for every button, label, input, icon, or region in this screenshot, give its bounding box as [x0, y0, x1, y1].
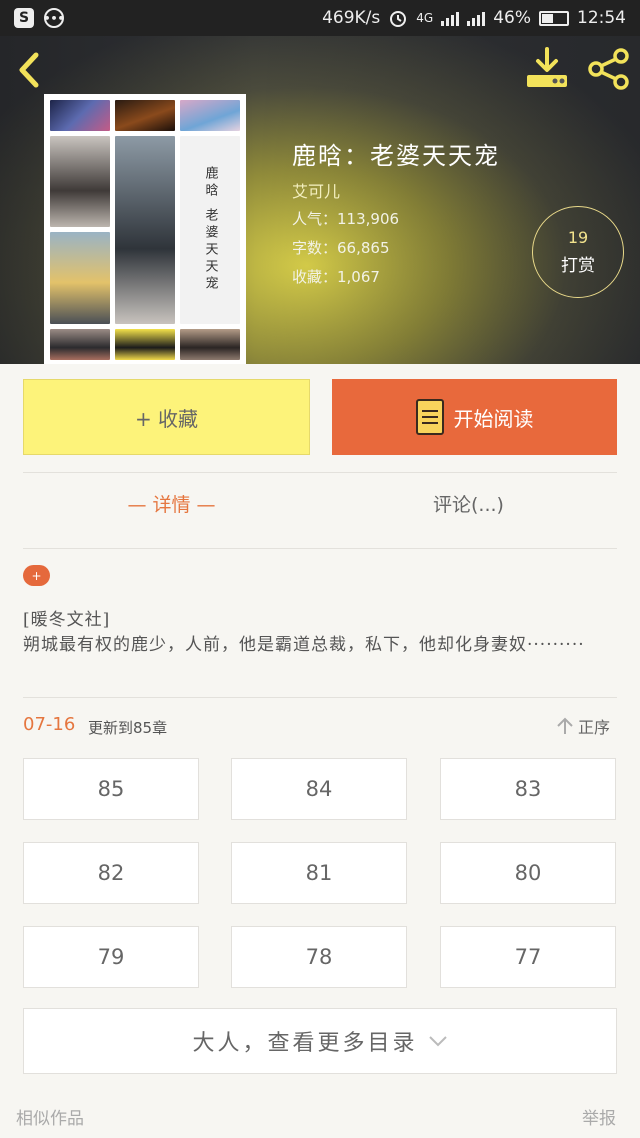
chevron-down-icon — [428, 1036, 447, 1047]
divider — [23, 472, 617, 473]
book-author[interactable]: 艾可儿 — [292, 178, 340, 202]
sort-up-icon — [557, 717, 573, 734]
update-date: 07-16 — [23, 714, 76, 735]
update-text: 更新到85章 — [88, 719, 168, 737]
battery-fill — [542, 13, 553, 23]
sort-order-button[interactable]: 正序 — [556, 714, 610, 738]
network-type: 4G — [416, 11, 434, 25]
sort-order-label: 正序 — [578, 718, 611, 737]
clock: 12:54 — [577, 8, 626, 28]
download-icon[interactable] — [524, 46, 570, 90]
chapter-button[interactable]: 82 — [23, 842, 199, 904]
add-favorite-button[interactable]: + 收藏 — [23, 379, 310, 455]
more-notifications-icon: ••• — [43, 8, 65, 28]
tip-label: 打赏 — [561, 256, 595, 276]
divider — [23, 548, 617, 549]
chapter-button[interactable]: 80 — [440, 842, 616, 904]
alarm-icon — [390, 11, 407, 27]
tab-detail[interactable]: — 详情 — — [23, 490, 320, 517]
more-catalog-label: 大人，查看更多目录 — [192, 1031, 418, 1056]
more-catalog-button[interactable]: 大人，查看更多目录 — [23, 1008, 617, 1074]
net-speed: 469K/s — [322, 8, 381, 28]
report-link[interactable]: 举报 — [582, 1104, 616, 1129]
tip-count: 19 — [567, 228, 589, 247]
favorites-stat: 收藏：1,067 — [292, 268, 380, 286]
book-header: 鹿晗 老婆天天宠 鹿晗：老婆天天宠 艾可儿 人气：113,906 字数：66,8… — [0, 36, 640, 364]
add-tag-button[interactable]: + — [23, 565, 50, 586]
add-favorite-label: + 收藏 — [134, 406, 199, 431]
app-notification-icon: S — [14, 8, 34, 28]
chapter-button[interactable]: 85 — [23, 758, 199, 820]
chapter-button[interactable]: 81 — [231, 842, 407, 904]
battery-percent: 46% — [493, 8, 531, 28]
chapter-button[interactable]: 78 — [231, 926, 407, 988]
book-description: [暖冬文社] 朔城最有权的鹿少，人前，他是霸道总裁，私下，他却化身妻奴·····… — [23, 610, 585, 655]
start-reading-label: 开始阅读 — [453, 406, 534, 431]
start-reading-button[interactable]: 开始阅读 — [332, 379, 617, 455]
status-bar: S ••• 469K/s 4G 46% 12:54 — [0, 0, 640, 36]
battery-icon — [539, 10, 569, 26]
book-cover: 鹿晗 老婆天天宠 — [44, 94, 246, 364]
signal-icon — [441, 10, 460, 26]
book-icon — [415, 399, 444, 435]
divider — [23, 697, 617, 698]
back-icon[interactable] — [14, 50, 44, 90]
chapter-button[interactable]: 84 — [231, 758, 407, 820]
cover-title: 鹿晗 老婆天天宠 — [202, 166, 218, 294]
chapter-button[interactable]: 79 — [23, 926, 199, 988]
chapter-button[interactable]: 83 — [440, 758, 616, 820]
chapter-button[interactable]: 77 — [440, 926, 616, 988]
word-count-stat: 字数：66,865 — [292, 239, 390, 257]
similar-works-link[interactable]: 相似作品 — [16, 1104, 84, 1129]
book-title: 鹿晗：老婆天天宠 — [292, 142, 500, 170]
signal-icon-2 — [467, 10, 486, 26]
tab-comments[interactable]: 评论(...) — [320, 490, 617, 517]
popularity-stat: 人气：113,906 — [292, 210, 400, 228]
share-icon[interactable] — [586, 46, 632, 92]
tip-button[interactable]: 19 打赏 — [532, 206, 624, 298]
